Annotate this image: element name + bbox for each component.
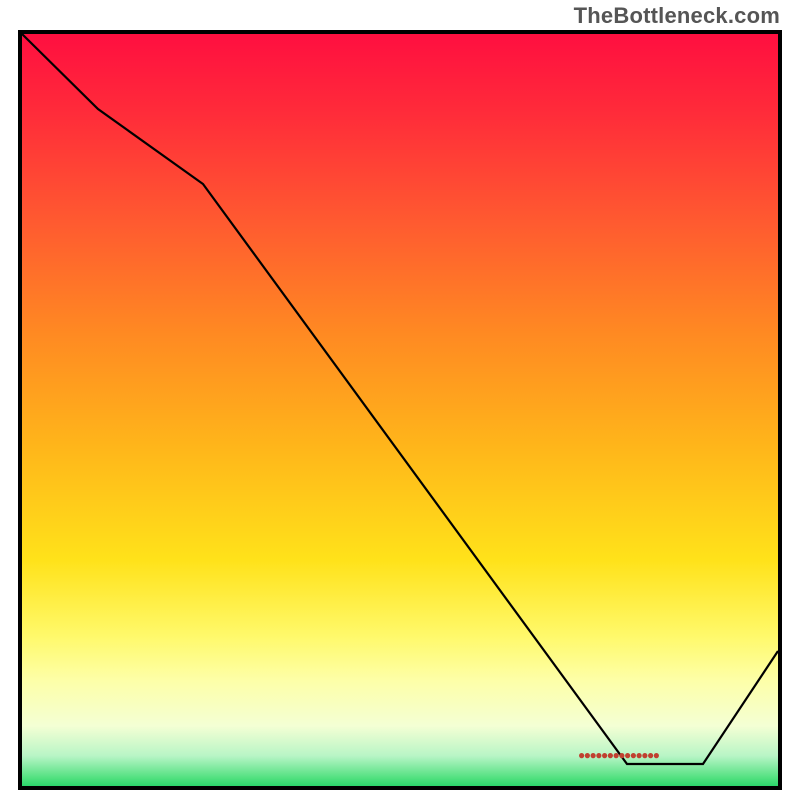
curve-path [22, 34, 778, 764]
watermark-text: TheBottleneck.com [574, 3, 780, 29]
plot-area: ●●●●●●●●●●●●●● [18, 30, 782, 790]
optimal-indicator: ●●●●●●●●●●●●●● [578, 748, 658, 762]
chart-container: { "watermark": "TheBottleneck.com", "ind… [0, 0, 800, 800]
line-curve [22, 34, 778, 786]
